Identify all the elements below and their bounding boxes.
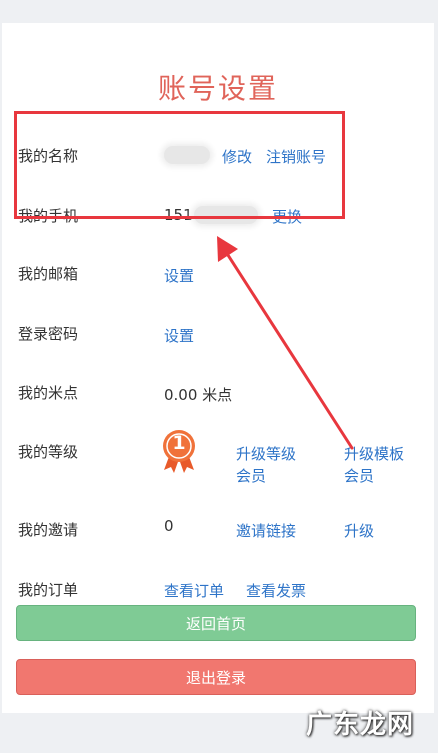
annotation-arrow [217,236,354,450]
watermark-text: 广东龙网 [305,710,414,740]
